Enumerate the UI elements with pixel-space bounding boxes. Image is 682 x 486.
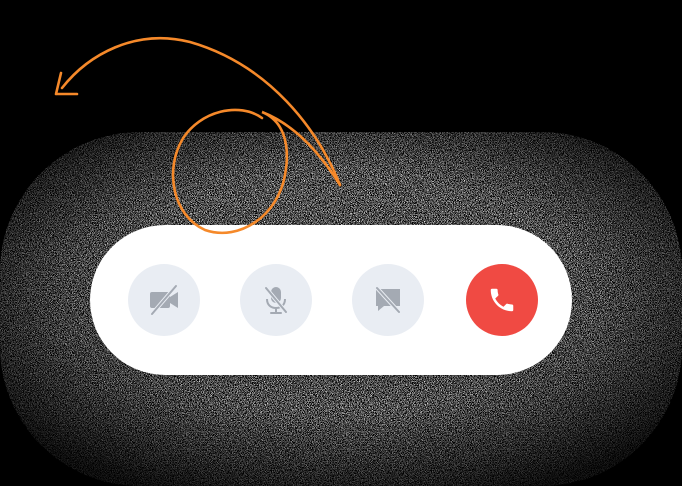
video-off-icon <box>150 284 178 316</box>
chat-off-icon <box>375 286 401 314</box>
mic-off-icon <box>264 286 288 314</box>
toggle-chat-button[interactable]: chat-off-icon <box>352 264 424 336</box>
end-call-button[interactable]: phone-icon <box>466 264 538 336</box>
toggle-camera-button[interactable]: video-off-icon <box>128 264 200 336</box>
call-control-illustration: video-off-icon mic-off-icon chat-off-ico… <box>0 0 682 486</box>
toggle-microphone-button[interactable]: mic-off-icon <box>240 264 312 336</box>
phone-icon <box>490 288 514 312</box>
call-control-bar: video-off-icon mic-off-icon chat-off-ico… <box>90 225 572 375</box>
